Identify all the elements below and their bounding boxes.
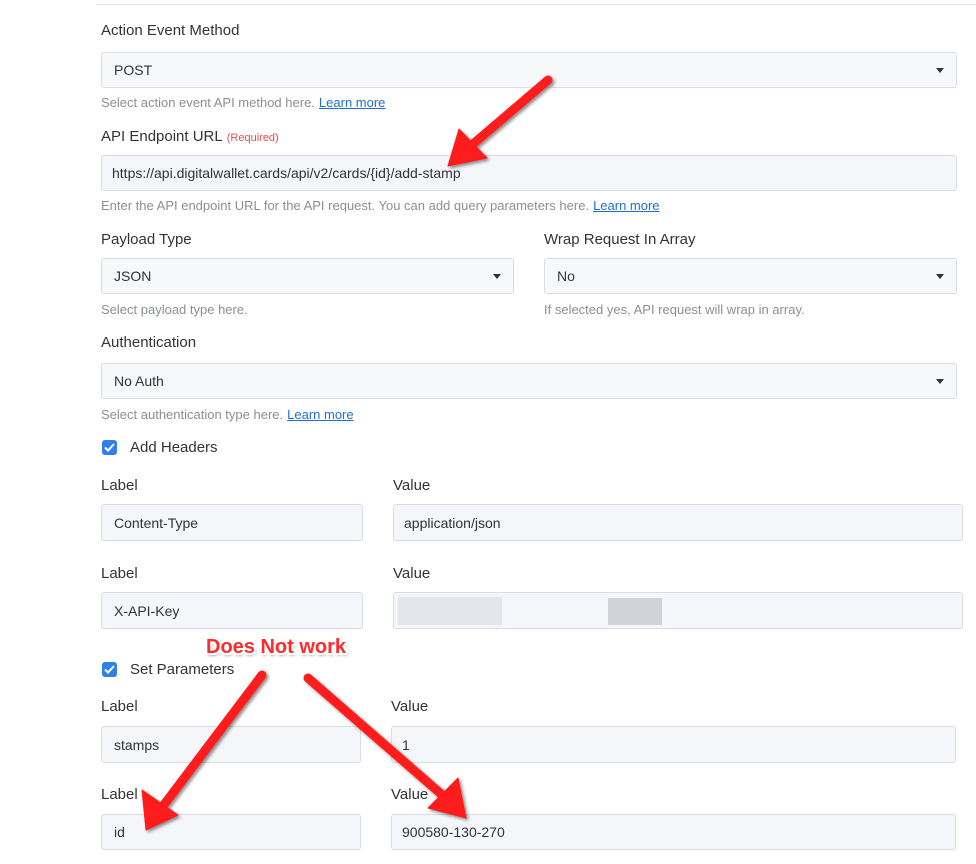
learn-more-link[interactable]: Learn more (319, 95, 385, 110)
param-value-title: Value (391, 698, 429, 715)
header-value-title: Value (393, 565, 431, 582)
help-text: Enter the API endpoint URL for the API r… (101, 198, 590, 213)
help-text: Select action event API method here. (101, 95, 315, 110)
header-value-title: Value (393, 477, 431, 494)
arrow-line (461, 75, 553, 155)
chevron-down-icon (936, 379, 944, 384)
header-label-title: Label (101, 477, 138, 494)
set-parameters-checkbox[interactable] (102, 662, 117, 677)
param-label-input[interactable]: stamps (101, 726, 361, 763)
add-headers-label: Add Headers (130, 439, 218, 456)
param-label-title: Label (101, 698, 138, 715)
param-value-value: 1 (402, 736, 410, 753)
header-label-input[interactable]: X-API-Key (101, 592, 363, 629)
chevron-down-icon (936, 68, 944, 73)
required-badge: (Required) (226, 132, 279, 144)
action-event-method-value: POST (114, 62, 153, 78)
api-endpoint-label-text: API Endpoint URL (101, 128, 223, 145)
header-value-value: application/json (404, 514, 501, 531)
authentication-label: Authentication (101, 334, 197, 351)
redaction-block (398, 597, 502, 625)
does-not-work-annotation: Does Not work (206, 636, 347, 658)
wrap-request-value: No (557, 268, 575, 284)
help-text: Select authentication type here. (101, 407, 284, 422)
api-endpoint-label: API Endpoint URL (Required) (101, 128, 279, 145)
action-event-method-select[interactable]: POST (101, 52, 957, 88)
redaction-block (608, 598, 662, 625)
param-value-title: Value (391, 786, 429, 803)
param-value-input[interactable]: 900580-130-270 (391, 814, 956, 850)
param-label-value: id (114, 824, 125, 840)
authentication-select[interactable]: No Auth (101, 363, 957, 399)
payload-type-select[interactable]: JSON (101, 258, 514, 294)
payload-type-help: Select payload type here. (101, 302, 248, 317)
check-icon (104, 665, 115, 674)
learn-more-link[interactable]: Learn more (287, 407, 353, 422)
action-event-method-label: Action Event Method (101, 22, 240, 39)
check-icon (104, 443, 115, 452)
section-divider (96, 4, 976, 5)
param-value-input[interactable]: 1 (391, 726, 956, 763)
param-value-value: 900580-130-270 (402, 824, 505, 840)
param-label-title: Label (101, 786, 138, 803)
wrap-request-label: Wrap Request In Array (544, 231, 696, 248)
header-label-input[interactable]: Content-Type (101, 504, 363, 541)
chevron-down-icon (493, 274, 501, 279)
header-label-value: X-API-Key (114, 602, 180, 619)
param-label-value: stamps (114, 736, 160, 753)
arrow-head (427, 777, 467, 819)
api-endpoint-input[interactable]: https://api.digitalwallet.cards/api/v2/c… (101, 155, 957, 191)
api-endpoint-help: Enter the API endpoint URL for the API r… (101, 198, 660, 213)
action-event-method-help: Select action event API method here. Lear… (101, 95, 385, 110)
authentication-value: No Auth (114, 373, 164, 389)
header-label-title: Label (101, 565, 138, 582)
param-label-input[interactable]: id (101, 814, 361, 850)
authentication-help: Select authentication type here. Learn mo… (101, 407, 354, 422)
wrap-request-select[interactable]: No (544, 258, 957, 294)
set-parameters-label: Set Parameters (130, 661, 235, 678)
payload-type-value: JSON (114, 268, 152, 284)
add-headers-checkbox[interactable] (102, 440, 117, 455)
wrap-request-help: If selected yes, API request will wrap i… (544, 302, 805, 317)
chevron-down-icon (936, 274, 944, 279)
header-value-input[interactable]: application/json (393, 504, 963, 541)
api-endpoint-value: https://api.digitalwallet.cards/api/v2/c… (112, 165, 461, 181)
learn-more-link[interactable]: Learn more (593, 198, 659, 213)
payload-type-label: Payload Type (101, 231, 192, 248)
header-label-value: Content-Type (114, 514, 199, 531)
